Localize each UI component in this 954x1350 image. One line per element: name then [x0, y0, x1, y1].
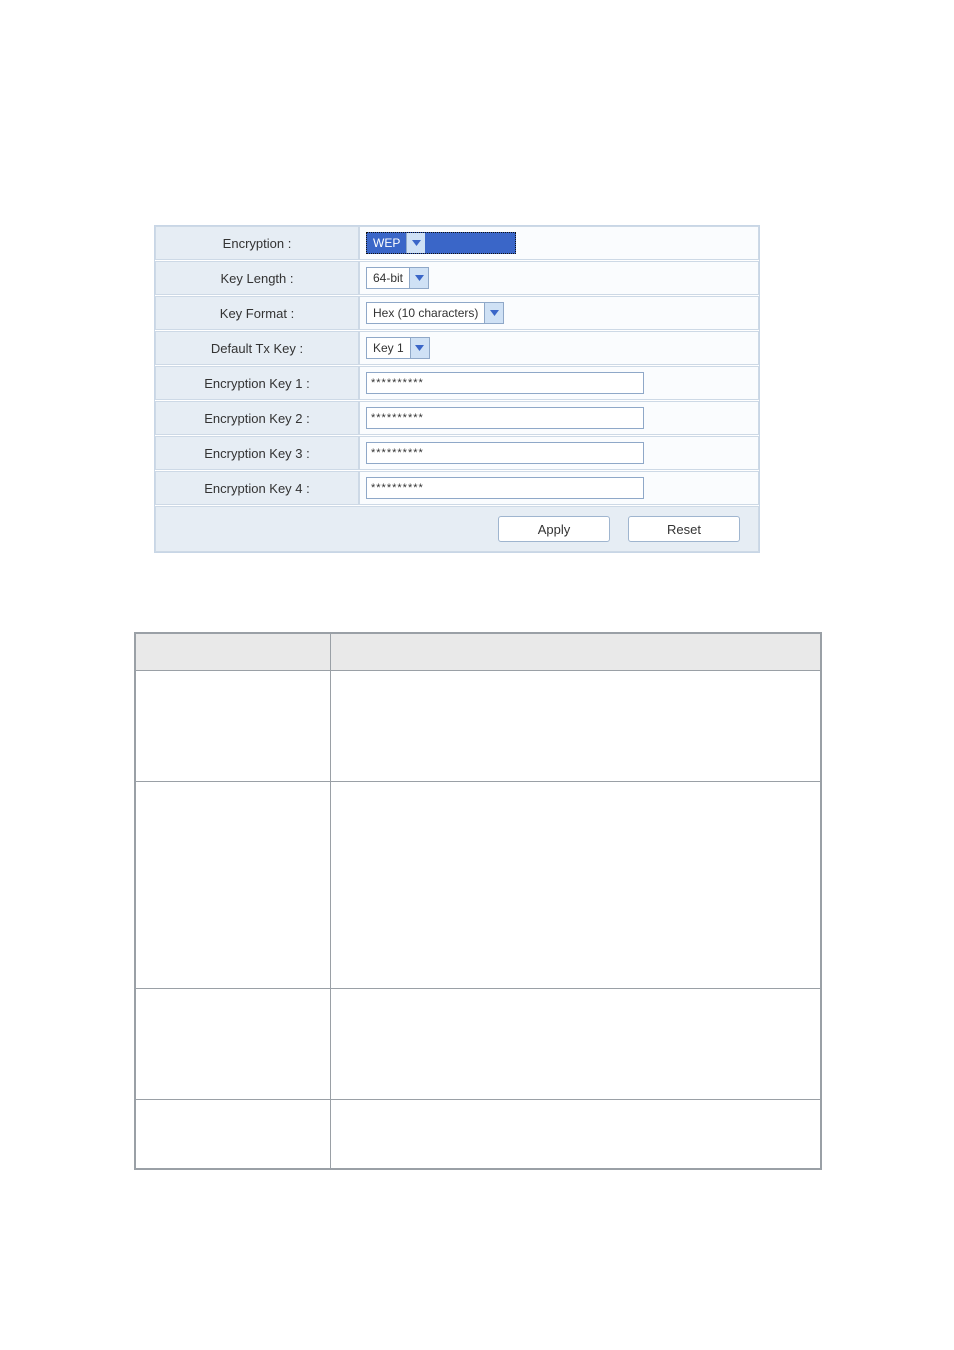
key2-input[interactable]: ********** — [366, 407, 644, 429]
table-cell — [331, 1100, 822, 1170]
row-key2: Encryption Key 2 : ********** — [155, 401, 759, 435]
row-key-length: Key Length : 64-bit — [155, 261, 759, 295]
apply-button[interactable]: Apply — [498, 516, 610, 542]
label-encryption: Encryption : — [155, 226, 359, 260]
default-tx-select[interactable]: Key 1 — [366, 337, 430, 359]
table-header-cell — [331, 633, 822, 671]
reset-button[interactable]: Reset — [628, 516, 740, 542]
table-header-cell — [135, 633, 331, 671]
chevron-down-icon — [409, 268, 428, 288]
table-cell — [135, 1100, 331, 1170]
key-format-select-value: Hex (10 characters) — [367, 306, 484, 320]
field-key4: ********** — [359, 471, 759, 505]
key1-input[interactable]: ********** — [366, 372, 644, 394]
table-header-row — [135, 633, 821, 671]
key4-value: ********** — [371, 482, 424, 494]
label-key4: Encryption Key 4 : — [155, 471, 359, 505]
key-length-select-value: 64-bit — [367, 271, 409, 285]
field-key1: ********** — [359, 366, 759, 400]
table-cell — [331, 782, 822, 989]
wep-config-panel: Encryption : WEP Key Length : 64-bit — [154, 225, 760, 553]
default-tx-select-value: Key 1 — [367, 341, 410, 355]
key4-input[interactable]: ********** — [366, 477, 644, 499]
row-key4: Encryption Key 4 : ********** — [155, 471, 759, 505]
row-key1: Encryption Key 1 : ********** — [155, 366, 759, 400]
field-key-length: 64-bit — [359, 261, 759, 295]
info-table — [134, 632, 822, 1170]
encryption-select[interactable]: WEP — [366, 232, 516, 254]
page: Encryption : WEP Key Length : 64-bit — [0, 0, 954, 1350]
table-row — [135, 989, 821, 1100]
table-row — [135, 671, 821, 782]
label-key3: Encryption Key 3 : — [155, 436, 359, 470]
table-cell — [331, 989, 822, 1100]
table-cell — [135, 989, 331, 1100]
chevron-down-icon — [410, 338, 429, 358]
label-key1: Encryption Key 1 : — [155, 366, 359, 400]
key-format-select[interactable]: Hex (10 characters) — [366, 302, 504, 324]
key3-input[interactable]: ********** — [366, 442, 644, 464]
label-key2: Encryption Key 2 : — [155, 401, 359, 435]
row-key-format: Key Format : Hex (10 characters) — [155, 296, 759, 330]
table-cell — [135, 671, 331, 782]
key-length-select[interactable]: 64-bit — [366, 267, 429, 289]
table-row — [135, 782, 821, 989]
field-key-format: Hex (10 characters) — [359, 296, 759, 330]
field-encryption: WEP — [359, 226, 759, 260]
table-row — [135, 1100, 821, 1170]
encryption-select-value: WEP — [367, 236, 406, 250]
row-key3: Encryption Key 3 : ********** — [155, 436, 759, 470]
table-cell — [331, 671, 822, 782]
label-default-tx: Default Tx Key : — [155, 331, 359, 365]
row-default-tx: Default Tx Key : Key 1 — [155, 331, 759, 365]
label-key-length: Key Length : — [155, 261, 359, 295]
field-default-tx: Key 1 — [359, 331, 759, 365]
button-row: Apply Reset — [155, 506, 759, 552]
field-key2: ********** — [359, 401, 759, 435]
chevron-down-icon — [484, 303, 503, 323]
key2-value: ********** — [371, 412, 424, 424]
key1-value: ********** — [371, 377, 424, 389]
row-encryption: Encryption : WEP — [155, 226, 759, 260]
chevron-down-icon — [406, 233, 425, 253]
key3-value: ********** — [371, 447, 424, 459]
field-key3: ********** — [359, 436, 759, 470]
label-key-format: Key Format : — [155, 296, 359, 330]
table-cell — [135, 782, 331, 989]
